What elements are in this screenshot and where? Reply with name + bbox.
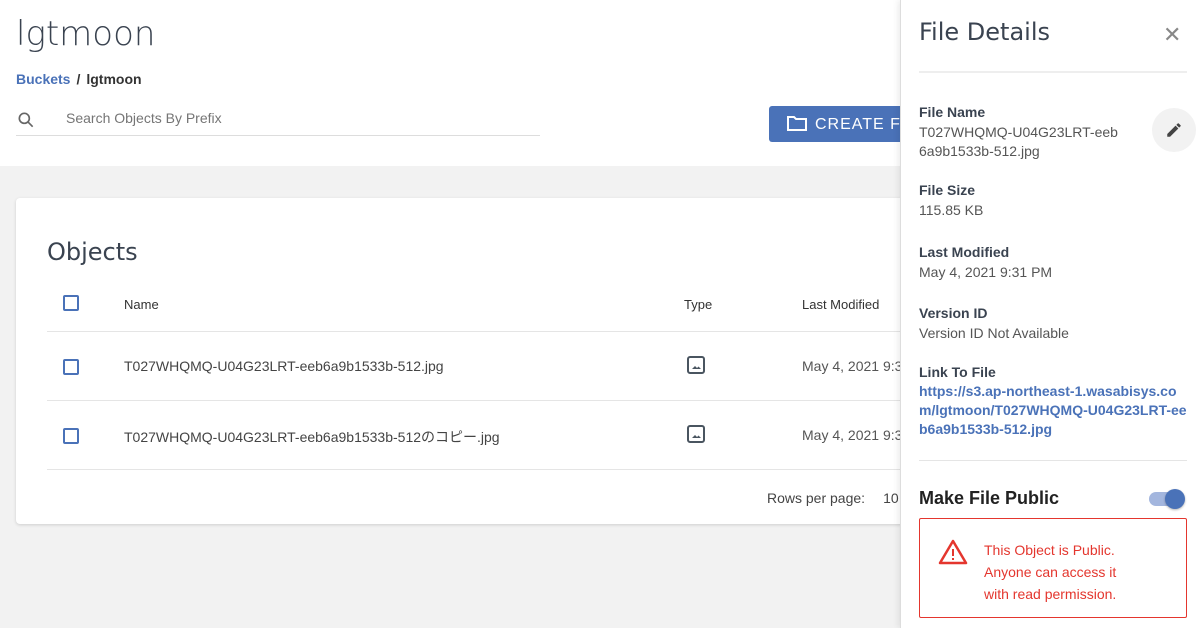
file-link[interactable]: https://s3.ap-northeast-1.wasabisys.com/… bbox=[919, 382, 1191, 439]
warning-line: Anyone can access it bbox=[984, 564, 1117, 580]
row-checkbox[interactable] bbox=[63, 428, 79, 444]
table-pagination: Rows per page: 10 bbox=[47, 469, 947, 506]
file-name-label: File Name bbox=[919, 104, 986, 120]
breadcrumb-current: lgtmoon bbox=[86, 71, 142, 87]
breadcrumb: Buckets / lgtmoon bbox=[16, 71, 142, 87]
rows-per-page-select[interactable]: 10 bbox=[883, 490, 899, 506]
object-name[interactable]: T027WHQMQ-U04G23LRT-eeb6a9b1533b-512.jpg bbox=[124, 358, 444, 374]
row-checkbox[interactable] bbox=[63, 359, 79, 375]
pencil-icon bbox=[1167, 123, 1181, 137]
drawer-title: File Details bbox=[919, 18, 1050, 46]
search-icon bbox=[18, 112, 34, 128]
file-details-drawer: File Details ✕ File Name T027WHQMQ-U04G2… bbox=[900, 0, 1200, 628]
last-modified-label: Last Modified bbox=[919, 244, 1010, 260]
edit-filename-button[interactable] bbox=[1152, 108, 1196, 152]
objects-card: Objects Name Type Last Modified T027WHQM… bbox=[16, 198, 947, 524]
image-icon bbox=[687, 356, 705, 374]
file-name-value: T027WHQMQ-U04G23LRT-eeb6a9b1533b-512.jpg bbox=[919, 124, 1118, 159]
version-id-value: Version ID Not Available bbox=[919, 325, 1069, 341]
create-folder-label: CREATE F bbox=[815, 116, 901, 133]
table-row[interactable]: T027WHQMQ-U04G23LRT-eeb6a9b1533b-512のコピー… bbox=[47, 400, 947, 469]
column-type[interactable]: Type bbox=[684, 297, 712, 312]
search-field[interactable] bbox=[16, 106, 540, 136]
search-input[interactable] bbox=[66, 110, 466, 126]
rows-per-page-label: Rows per page: bbox=[767, 490, 866, 506]
table-row[interactable]: T027WHQMQ-U04G23LRT-eeb6a9b1533b-512.jpg… bbox=[47, 331, 947, 400]
column-last-modified[interactable]: Last Modified bbox=[802, 297, 879, 312]
make-public-label: Make File Public bbox=[919, 488, 1060, 508]
objects-title: Objects bbox=[47, 238, 138, 266]
object-date: May 4, 2021 9:3 bbox=[802, 358, 903, 374]
folder-icon bbox=[787, 116, 807, 131]
warning-line: with read permission. bbox=[984, 586, 1117, 602]
file-size-value: 115.85 KB bbox=[919, 202, 984, 218]
divider bbox=[919, 460, 1187, 461]
divider bbox=[919, 71, 1187, 73]
object-date: May 4, 2021 9:3 bbox=[802, 427, 903, 443]
select-all-checkbox[interactable] bbox=[63, 295, 79, 311]
breadcrumb-separator: / bbox=[76, 71, 81, 87]
link-label: Link To File bbox=[919, 364, 996, 380]
public-warning: This Object is Public. Anyone can access… bbox=[919, 518, 1187, 618]
warning-line: This Object is Public. bbox=[984, 542, 1115, 558]
warning-icon bbox=[938, 539, 968, 565]
page-title: lgtmoon bbox=[16, 14, 156, 54]
file-size-label: File Size bbox=[919, 182, 976, 198]
breadcrumb-buckets-link[interactable]: Buckets bbox=[16, 71, 70, 87]
version-id-label: Version ID bbox=[919, 305, 988, 321]
last-modified-value: May 4, 2021 9:31 PM bbox=[919, 264, 1053, 280]
image-icon bbox=[687, 425, 705, 443]
object-name[interactable]: T027WHQMQ-U04G23LRT-eeb6a9b1533b-512のコピー… bbox=[124, 427, 500, 447]
make-public-toggle[interactable] bbox=[1149, 489, 1185, 509]
column-name[interactable]: Name bbox=[124, 297, 159, 312]
close-icon[interactable]: ✕ bbox=[1163, 22, 1181, 48]
